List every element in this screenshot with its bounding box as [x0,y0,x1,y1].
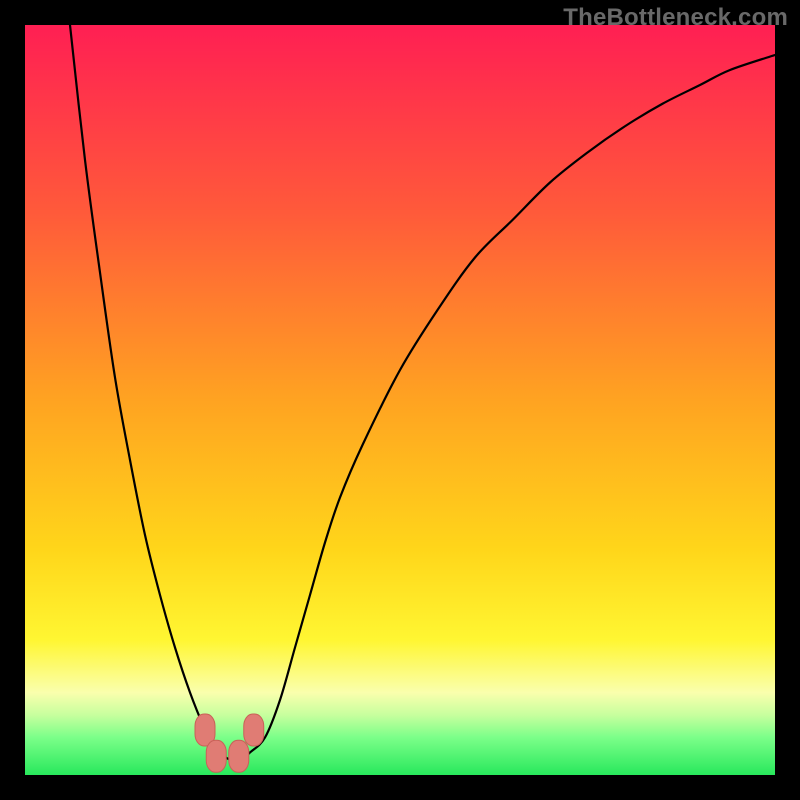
chart-background [25,25,775,775]
chart-frame [25,25,775,775]
watermark-label: TheBottleneck.com [563,4,788,32]
bottleneck-chart [25,25,775,775]
curve-marker [229,740,249,772]
curve-marker [244,714,264,746]
curve-marker [206,740,226,772]
